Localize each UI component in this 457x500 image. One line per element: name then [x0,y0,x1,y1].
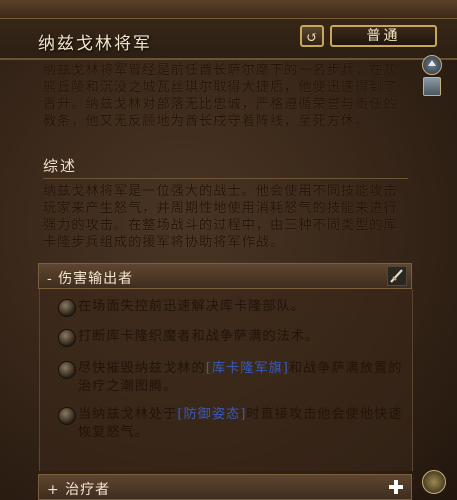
section-label-healer: + 治疗者 [47,482,111,498]
header-bar: 纳兹戈林将军 ↺ 普通 [0,0,457,60]
spell-link-kor-kron-banner[interactable]: [库卡隆军旗] [206,361,289,376]
list-item: 在场面失控前迅速解决库卡隆部队。 [78,299,305,314]
overview-heading: 综述 [43,157,78,175]
list-item: 尽快摧毁纳兹戈林的[库卡隆军旗]和战争萨满放置的治疗之潮图腾。 [78,361,403,394]
section-header-healer[interactable]: + 治疗者 [38,474,412,500]
difficulty-dropdown[interactable]: 普通 [330,25,437,47]
overview-text: 纳兹戈林将军是一位强大的战士。他会使用不同技能攻击玩家来产生怒气，并周期性地使用… [43,184,398,250]
section-header-dps[interactable]: - 伤害输出者 [38,263,412,289]
bullet-icon [58,407,76,425]
boss-title: 纳兹戈林将军 [38,34,152,54]
reset-button[interactable]: ↺ [300,25,324,47]
encounter-journal-window: 纳兹戈林将军 ↺ 普通 纳兹戈林将军曾经是前任酋长萨尔麾下的一名步兵，在灰熊丘陵… [0,0,457,500]
bullet-icon [58,361,76,379]
divider [43,178,408,179]
plus-icon [389,480,403,494]
list-item: 当纳兹戈林处于[防御姿态]时直接攻击他会使他快速恢复怒气。 [78,407,403,440]
boss-description: 纳兹戈林将军曾经是前任酋长萨尔麾下的一名步兵，在灰熊丘陵和沉没之城瓦丝琪尔取得大… [43,63,398,129]
bullet-icon [58,329,76,347]
scroll-up-button[interactable] [422,55,442,75]
sword-icon [387,266,407,286]
section-label-dps: - 伤害输出者 [47,271,134,287]
list-item: 打断库卡隆织魔者和战争萨满的法术。 [78,329,320,344]
scrollbar-thumb[interactable] [423,77,441,96]
bullet-icon [58,299,76,317]
spell-link-defensive-stance[interactable]: [防御姿态] [177,407,246,422]
scroll-down-button[interactable] [422,470,446,494]
